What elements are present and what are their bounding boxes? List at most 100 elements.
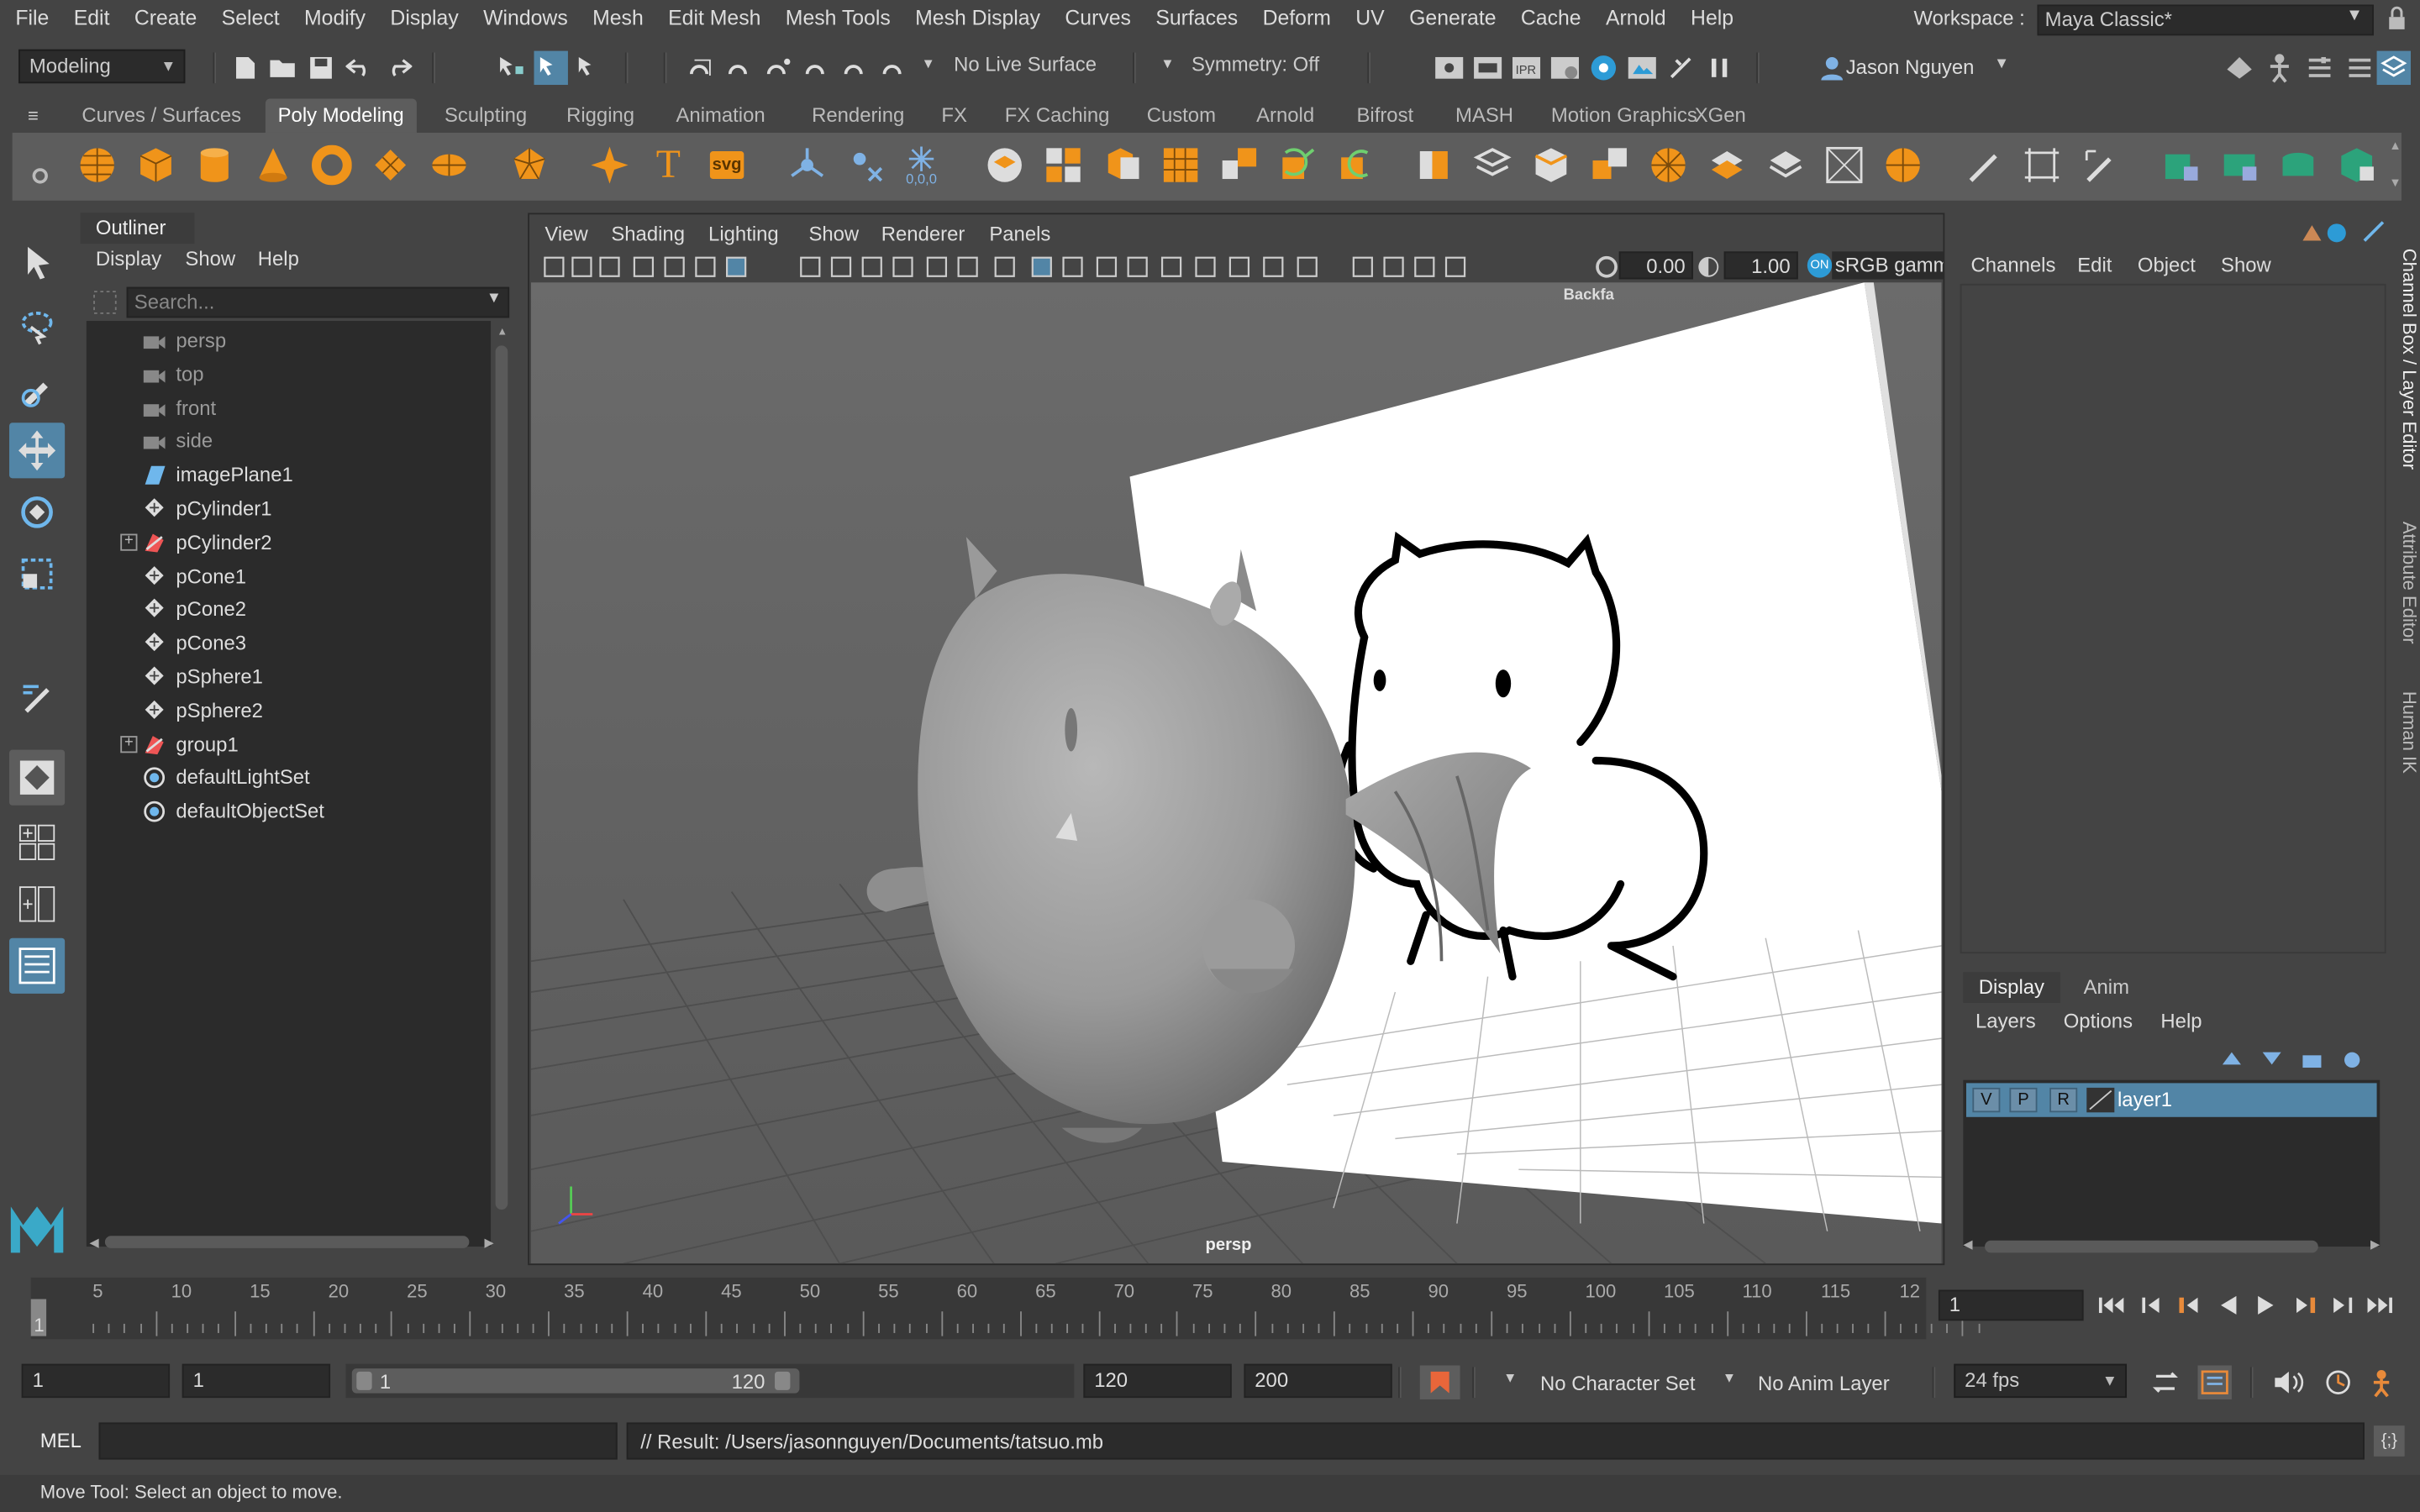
render-settings-icon[interactable]	[1548, 51, 1581, 85]
menu-display[interactable]: Display	[378, 2, 471, 35]
layer-playback-toggle[interactable]: P	[2009, 1087, 2038, 1113]
playback-start-field[interactable]: 1	[182, 1363, 331, 1399]
play-backwards-icon[interactable]	[2213, 1290, 2244, 1321]
scrollbar-thumb[interactable]	[104, 1236, 470, 1248]
shelf-settings-icon[interactable]	[31, 166, 50, 190]
rotate-tool-icon[interactable]	[9, 485, 65, 540]
user-name[interactable]: Jason Nguyen	[1846, 55, 1975, 79]
bridge-icon[interactable]	[1334, 142, 1380, 188]
scroll-left-icon[interactable]: ◀	[1963, 1237, 1972, 1252]
menu-edit-mesh[interactable]: Edit Mesh	[655, 2, 773, 35]
channels-menu[interactable]: Channels	[1971, 253, 2056, 276]
sound-icon[interactable]	[2272, 1366, 2306, 1399]
multi-cut-icon[interactable]	[1411, 142, 1457, 188]
animation-end-field[interactable]: 200	[1244, 1363, 1392, 1399]
chevron-down-icon[interactable]: ▼	[1994, 55, 2009, 72]
layer-help-menu[interactable]: Help	[2160, 1009, 2202, 1032]
xray-components-icon[interactable]	[1443, 255, 1467, 279]
rulers-icon[interactable]	[2018, 142, 2065, 188]
platonic-solid-icon[interactable]	[506, 142, 552, 188]
single-pane-layout-icon[interactable]	[9, 749, 66, 806]
menu-file[interactable]: File	[3, 2, 61, 35]
scrollbar-thumb[interactable]	[1985, 1240, 2318, 1253]
shelf-tab-fx[interactable]: FX	[929, 99, 980, 133]
scroll-left-icon[interactable]: ◀	[90, 1236, 99, 1250]
bifrost-teal-3-icon[interactable]	[2275, 142, 2321, 188]
center-pivot-icon[interactable]: 0,0,0	[898, 142, 944, 188]
channel-box-toggle-icon[interactable]	[2293, 219, 2386, 249]
filter-icon[interactable]	[92, 290, 117, 319]
uv-editor-icon[interactable]	[1821, 142, 1867, 188]
film-gate-icon[interactable]	[798, 255, 823, 279]
symmetry-field[interactable]: Symmetry: Off	[1181, 49, 1352, 84]
current-frame-field[interactable]: 1	[1938, 1289, 2084, 1321]
tab-attribute-editor[interactable]: Attribute Editor	[2392, 509, 2420, 657]
last-tool-icon[interactable]	[9, 669, 65, 725]
snap-vertex-icon[interactable]	[878, 51, 912, 85]
shelf-tab-xgen[interactable]: XGen	[1682, 99, 1758, 133]
xray-joints-icon[interactable]	[1413, 255, 1437, 279]
shadows-icon[interactable]	[1159, 255, 1183, 279]
loop-icon[interactable]	[2149, 1366, 2182, 1399]
playback-speed-icon[interactable]	[2197, 1365, 2232, 1399]
extrude-icon[interactable]	[1275, 142, 1321, 188]
auto-key-icon[interactable]	[1419, 1365, 1460, 1399]
light-editor-icon[interactable]	[1664, 51, 1697, 85]
grease-pencil-icon[interactable]	[693, 255, 718, 279]
range-slider[interactable]: 1 120	[345, 1363, 1075, 1399]
isolate-select-icon[interactable]	[1350, 255, 1375, 279]
tool-settings-icon[interactable]	[2343, 51, 2376, 85]
scroll-up-icon[interactable]: ▲	[497, 327, 508, 338]
outliner-item[interactable]: pCone1	[87, 559, 488, 592]
viewport-panel[interactable]: View Shading Lighting Show Renderer Pane…	[528, 213, 1945, 1266]
outliner-item[interactable]: pCone3	[87, 627, 488, 659]
preferences-icon[interactable]	[2368, 1366, 2402, 1399]
lock-icon[interactable]	[2386, 6, 2408, 30]
snap-surface-icon[interactable]	[839, 51, 873, 85]
chevron-down-icon[interactable]: ▼	[1160, 55, 1174, 71]
expand-icon[interactable]: +	[120, 734, 138, 753]
outliner-title[interactable]: Outliner	[80, 213, 195, 244]
tab-display[interactable]: Display	[1963, 972, 2060, 1003]
shelf-tab-rigging[interactable]: Rigging	[554, 99, 646, 133]
view-transform-field[interactable]: sRGB gamm	[1832, 251, 1944, 280]
menu-cache[interactable]: Cache	[1508, 2, 1593, 35]
select-tool-icon[interactable]	[9, 234, 65, 290]
outliner-menu-show[interactable]: Show	[185, 247, 235, 270]
gamma-field[interactable]: 1.00	[1723, 251, 1798, 280]
show-menu[interactable]: Show	[2221, 253, 2271, 276]
lasso-tool-icon[interactable]	[9, 299, 65, 354]
poly-plane-icon[interactable]	[367, 142, 413, 188]
safe-title-icon[interactable]	[955, 255, 980, 279]
pause-viewport-icon[interactable]	[1702, 51, 1736, 85]
menu-surfaces[interactable]: Surfaces	[1144, 2, 1250, 35]
menu-windows[interactable]: Windows	[471, 2, 580, 35]
outliner-item[interactable]: pSphere1	[87, 660, 488, 693]
reduce-icon[interactable]	[1158, 142, 1204, 188]
step-forward-key-icon[interactable]	[2291, 1290, 2322, 1321]
timeline-track[interactable]: 1 5 10 15 20 25 30 35 40 45 50 55 60 65 70 75 80 85 90 95 1…	[30, 1277, 1980, 1340]
outliner-item[interactable]: pSphere2	[87, 694, 488, 727]
type-icon[interactable]: T	[645, 142, 692, 188]
snap-point-icon[interactable]	[762, 51, 796, 85]
remesh-icon[interactable]	[1216, 142, 1262, 188]
two-pane-layout-icon[interactable]	[9, 876, 65, 932]
scale-tool-icon[interactable]	[9, 546, 65, 601]
poly-torus-icon[interactable]	[308, 142, 355, 188]
camera-attributes-icon[interactable]	[570, 255, 594, 279]
layer-row[interactable]: V P R layer1	[1966, 1083, 2377, 1117]
viewport-menu-renderer[interactable]: Renderer	[881, 222, 965, 245]
field-chart-icon[interactable]	[891, 255, 915, 279]
snap-curve-icon[interactable]	[723, 51, 757, 85]
layer-visibility-toggle[interactable]: V	[1972, 1087, 2001, 1113]
render-view-icon[interactable]	[1432, 51, 1465, 85]
outliner-item[interactable]: + pCylinder2	[87, 526, 488, 559]
attribute-editor-icon[interactable]	[2302, 51, 2336, 85]
outliner-menu-help[interactable]: Help	[258, 247, 299, 270]
bevel-icon[interactable]	[1704, 142, 1750, 188]
use-lights-icon[interactable]	[1125, 255, 1150, 279]
ambient-occlusion-icon[interactable]	[1193, 255, 1218, 279]
menu-arnold[interactable]: Arnold	[1593, 2, 1678, 35]
open-scene-icon[interactable]	[266, 51, 299, 85]
menu-create[interactable]: Create	[122, 2, 209, 35]
